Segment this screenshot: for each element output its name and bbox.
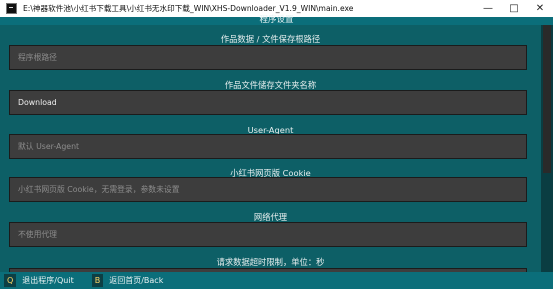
footer-keybar: Q 退出程序/Quit B 返回首页/Back	[0, 272, 553, 289]
back-key[interactable]: B	[91, 274, 104, 287]
page-title: 程序设置	[259, 15, 294, 25]
proxy-input[interactable]: 不使用代理	[9, 222, 527, 247]
app-header: 程序设置	[0, 15, 553, 25]
proxy-label: 网络代理	[253, 212, 288, 222]
vertical-scrollbar[interactable]	[541, 25, 553, 272]
settings-form: 作品数据 / 文件保存根路径 程序根路径 作品文件储存文件夹名称 Downloa…	[0, 25, 541, 272]
folder-name-input[interactable]: Download	[9, 90, 527, 115]
save-path-label: 作品数据 / 文件保存根路径	[220, 34, 321, 44]
timeout-label: 请求数据超时限制，单位：秒	[216, 257, 325, 267]
user-agent-input[interactable]: 默认 User-Agent	[9, 134, 527, 159]
quit-key[interactable]: Q	[4, 274, 17, 287]
folder-name-value: Download	[18, 98, 57, 107]
save-path-input[interactable]: 程序根路径	[9, 45, 527, 70]
back-label[interactable]: 返回首页/Back	[109, 275, 163, 286]
app-window: E:\神器软件池\小红书下载工具\小红书无水印下载_WIN\XHS-Downlo…	[0, 0, 553, 289]
cookie-input[interactable]: 小红书网页版 Cookie，无需登录，参数未设置	[9, 177, 527, 202]
folder-name-label: 作品文件储存文件夹名称	[224, 80, 317, 90]
quit-label[interactable]: 退出程序/Quit	[22, 275, 73, 286]
scrollbar-thumb[interactable]	[543, 25, 551, 173]
